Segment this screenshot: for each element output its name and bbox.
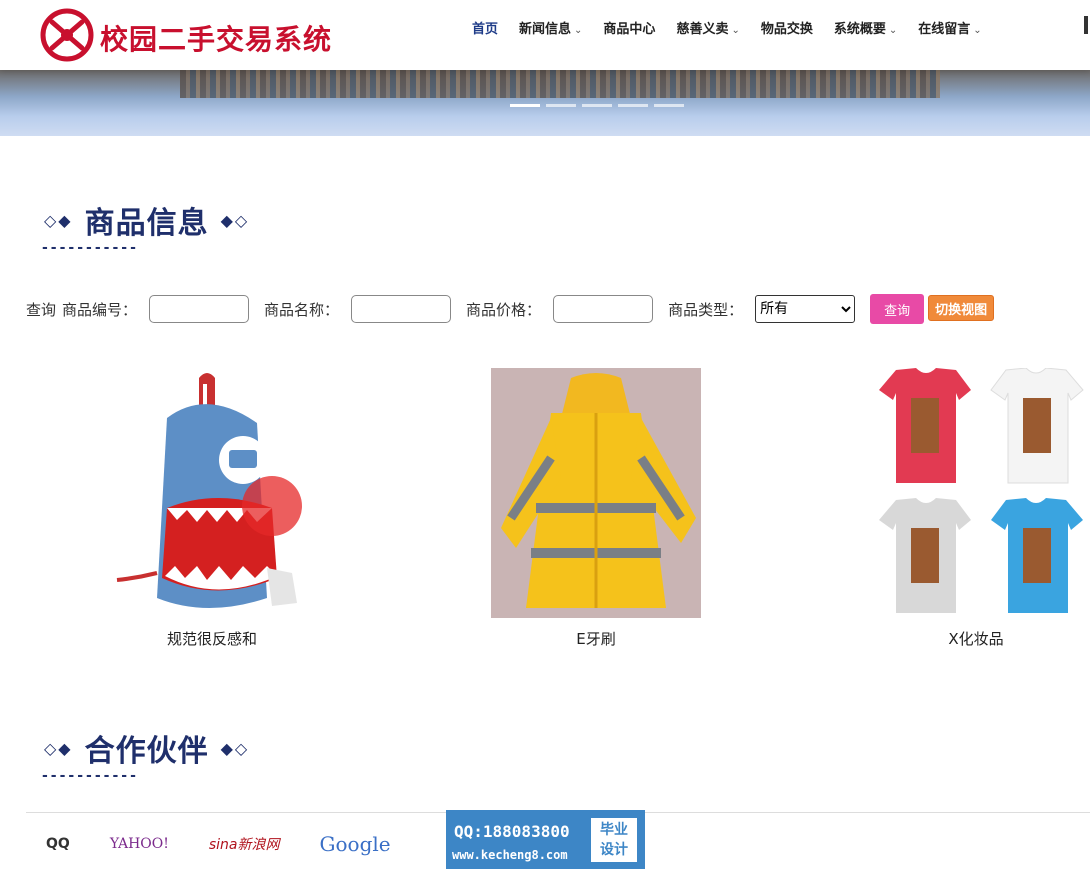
banner-dot[interactable] xyxy=(546,104,576,107)
partners-section-heading: 合作伙伴 xyxy=(84,734,209,769)
banner-dot[interactable] xyxy=(618,104,648,107)
watermark-badge-line2: 设计 xyxy=(600,842,628,858)
product-image-tshirts[interactable] xyxy=(871,367,1084,618)
banner-dot[interactable] xyxy=(510,104,540,107)
nav-goods-center-label: 商品中心 xyxy=(603,21,656,37)
product-card[interactable]: X化妆品 xyxy=(866,367,1086,649)
site-header: 校园二手交易系统 首页 新闻信息 ⌄ 商品中心 慈善义卖 ⌄ 物品交换 系统概要 ⌄ … xyxy=(0,0,1090,70)
query-label: 查询 xyxy=(26,300,57,319)
banner-dot[interactable] xyxy=(582,104,612,107)
goods-price-label: 商品价格： xyxy=(466,300,542,319)
nav-home[interactable]: 首页 xyxy=(472,18,498,37)
partner-logo-qq[interactable]: QQ xyxy=(46,836,70,852)
partner-logo-google[interactable]: Google xyxy=(320,832,391,856)
chevron-down-icon: ⌄ xyxy=(973,24,982,36)
watermark-badge: 毕业 设计 xyxy=(591,818,637,862)
banner-image xyxy=(180,70,940,98)
chevron-down-icon: ⌄ xyxy=(731,24,740,36)
goods-name-input[interactable] xyxy=(351,295,452,323)
main-nav: 首页 新闻信息 ⌄ 商品中心 慈善义卖 ⌄ 物品交换 系统概要 ⌄ 在线留言 ⌄ xyxy=(472,0,1003,54)
watermark-qq: QQ:188083800 xyxy=(454,822,570,841)
goods-section-title: ◇◆ 商品信息 ◆◇ xyxy=(44,198,249,242)
title-deco-right: ◆◇ xyxy=(220,738,250,758)
nav-news-label: 新闻信息 xyxy=(519,21,572,37)
watermark-url: www.kecheng8.com xyxy=(452,848,568,862)
switch-view-button[interactable]: 切换视图 xyxy=(928,295,995,321)
nav-system-overview[interactable]: 系统概要 ⌄ xyxy=(834,18,897,37)
nav-overflow-indicator xyxy=(1084,16,1088,34)
site-logo[interactable]: 校园二手交易系统 xyxy=(40,6,345,64)
goods-code-label: 商品编号： xyxy=(62,300,138,319)
product-card[interactable]: E牙刷 xyxy=(486,368,706,649)
watermark-banner: QQ:188083800 www.kecheng8.com 毕业 设计 xyxy=(446,810,645,869)
banner-pagination xyxy=(510,104,684,107)
watermark-badge-line1: 毕业 xyxy=(600,822,628,838)
product-name[interactable]: X化妆品 xyxy=(866,628,1086,649)
nav-charity-sale[interactable]: 慈善义卖 ⌄ xyxy=(676,18,739,37)
site-name: 校园二手交易系统 xyxy=(100,23,333,56)
product-name[interactable]: E牙刷 xyxy=(486,628,706,649)
partner-logo-yahoo[interactable]: YAHOO! xyxy=(110,836,169,852)
nav-online-message-label: 在线留言 xyxy=(918,21,971,37)
title-deco-left: ◇◆ xyxy=(44,210,73,230)
banner-dot[interactable] xyxy=(654,104,684,107)
goods-price-input[interactable] xyxy=(553,295,654,323)
nav-charity-sale-label: 慈善义卖 xyxy=(676,21,729,37)
query-button[interactable]: 查询 xyxy=(870,294,925,324)
tshirts-image xyxy=(879,367,1084,613)
product-name[interactable]: 规范很反感和 xyxy=(102,628,322,649)
goods-section-heading: 商品信息 xyxy=(84,206,209,241)
nav-goods-center[interactable]: 商品中心 xyxy=(603,18,655,37)
goods-section-underline: ----------- xyxy=(42,240,139,256)
logo-emblem-icon xyxy=(40,8,94,62)
goods-name-label: 商品名称： xyxy=(264,300,340,319)
nav-system-overview-label: 系统概要 xyxy=(833,21,886,37)
goods-type-label: 商品类型： xyxy=(668,300,744,319)
title-deco-right: ◆◇ xyxy=(220,210,250,230)
product-image-raincoat[interactable] xyxy=(491,368,701,618)
click-highlight-overlay xyxy=(242,476,302,536)
hero-banner xyxy=(0,70,1090,136)
raincoat-image xyxy=(491,368,701,618)
partners-section-title: ◇◆ 合作伙伴 ◆◇ xyxy=(44,726,249,770)
goods-search-form: 查询 商品编号： 商品名称： 商品价格： 商品类型： 所有 查询 切换视图 xyxy=(26,294,995,324)
partners-section-underline: ----------- xyxy=(42,768,139,784)
nav-online-message[interactable]: 在线留言 ⌄ xyxy=(918,18,981,37)
nav-home-label: 首页 xyxy=(472,21,499,37)
goods-code-input[interactable] xyxy=(149,295,250,323)
chevron-down-icon: ⌄ xyxy=(888,24,898,36)
nav-item-exchange-label: 物品交换 xyxy=(760,21,813,37)
goods-type-select[interactable]: 所有 xyxy=(755,295,856,323)
title-deco-left: ◇◆ xyxy=(44,738,73,758)
chevron-down-icon: ⌄ xyxy=(574,24,583,36)
nav-item-exchange[interactable]: 物品交换 xyxy=(761,18,813,37)
partner-logo-sina[interactable]: sina新浪网 xyxy=(209,834,280,854)
nav-news[interactable]: 新闻信息 ⌄ xyxy=(519,18,582,37)
